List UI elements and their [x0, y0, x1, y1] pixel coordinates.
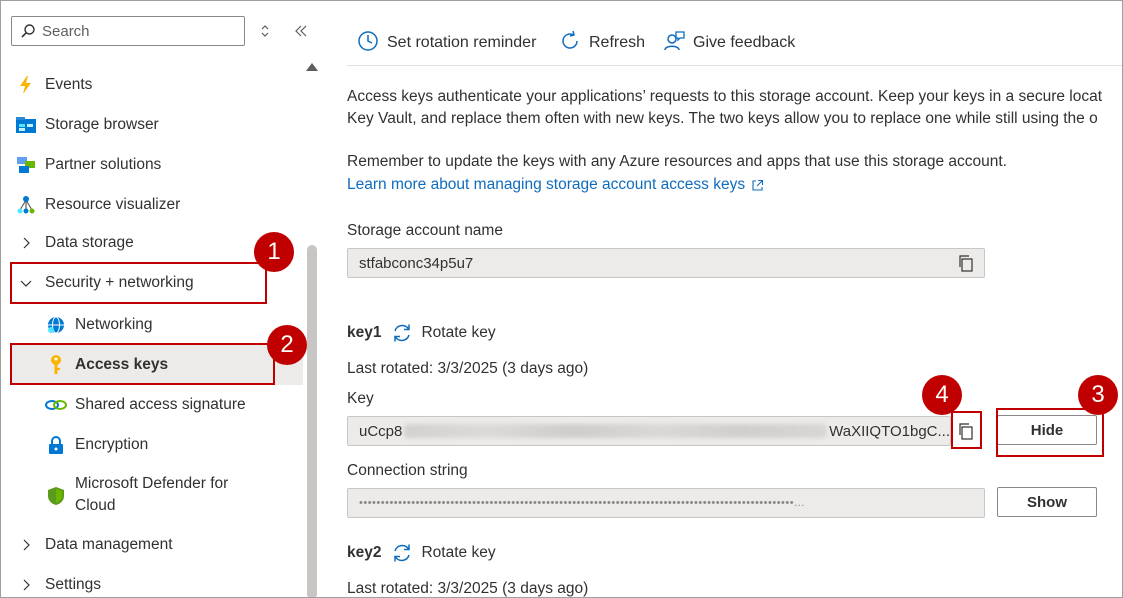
storage-browser-icon [15, 114, 37, 136]
networking-globe-icon [45, 314, 67, 336]
refresh-icon [559, 30, 581, 56]
sidebar-item-label: Data storage [45, 234, 134, 251]
annotation-box-access-keys [10, 343, 275, 385]
search-input[interactable] [42, 22, 232, 40]
learn-more-link[interactable]: Learn more about managing storage accoun… [347, 174, 764, 196]
scroll-up-arrow[interactable] [306, 63, 318, 71]
chevron-right-icon [15, 232, 37, 254]
sidebar-item-label: Events [45, 76, 93, 93]
key1-key-value-end: WaXIIQTO1bgC... [829, 422, 950, 440]
key1-key-label: Key [347, 390, 374, 407]
chevron-right-icon [15, 534, 37, 556]
rotate-key2-button[interactable]: Rotate key [391, 542, 496, 564]
annotation-badge-2: 2 [267, 325, 307, 365]
sidebar-group-data-storage[interactable]: Data storage [15, 225, 134, 261]
copy-icon [959, 255, 973, 272]
sidebar-item-label: Encryption [75, 436, 149, 453]
external-link-icon [751, 179, 764, 192]
key1-key-field[interactable]: uCcp8 WaXIIQTO1bgC... [347, 416, 951, 446]
sidebar-item-encryption[interactable]: Encryption [45, 427, 148, 463]
sidebar-item-networking[interactable]: Networking [45, 307, 153, 343]
chevron-right-icon [15, 574, 37, 596]
sort-updown-icon[interactable] [257, 21, 273, 41]
key1-name: key1 [347, 324, 382, 341]
key2-name: key2 [347, 544, 382, 561]
search-icon [21, 24, 35, 38]
description-line-2: Key Vault, and replace them often with n… [347, 110, 1098, 127]
link-icon [45, 394, 67, 416]
annotation-box-copy-key [951, 411, 982, 449]
annotation-badge-1: 1 [254, 232, 294, 272]
sidebar-item-label-line1: Microsoft Defender for [75, 475, 229, 492]
refresh-button[interactable]: Refresh [559, 30, 646, 56]
connection-string-masked-value: ••••••••••••••••••••••••••••••••••••••••… [359, 497, 805, 509]
sidebar-item-label: Storage browser [45, 116, 159, 133]
rotate-key2-label: Rotate key [421, 544, 496, 561]
sidebar-item-shared-access-signature[interactable]: Shared access signature [45, 387, 246, 423]
sidebar-item-partner-solutions[interactable]: Partner solutions [15, 147, 161, 183]
key1-header: key1 Rotate key [347, 321, 496, 345]
storage-account-name-field[interactable]: stfabconc34p5u7 [347, 248, 985, 278]
rotate-icon [394, 324, 411, 342]
sidebar-item-microsoft-defender-for-cloud[interactable]: Microsoft Defender for Cloud [45, 473, 228, 521]
annotation-badge-3: 3 [1078, 375, 1118, 415]
sidebar-item-events[interactable]: Events [15, 67, 92, 103]
toolbar-divider [347, 65, 1122, 66]
sidebar-item-label: Settings [45, 576, 102, 593]
toolbar-label: Refresh [589, 34, 646, 51]
storage-account-name-label: Storage account name [347, 222, 503, 239]
lock-icon [45, 434, 67, 456]
feedback-person-icon [663, 30, 685, 56]
connection-string-field[interactable]: ••••••••••••••••••••••••••••••••••••••••… [347, 488, 985, 518]
sidebar-item-label: Networking [75, 316, 153, 333]
annotation-box-security-networking [10, 262, 267, 304]
give-feedback-button[interactable]: Give feedback [663, 31, 795, 55]
key1-last-rotated: Last rotated: 3/3/2025 (3 days ago) [347, 360, 589, 377]
show-connection-string-button[interactable]: Show [997, 487, 1097, 517]
toolbar-label: Give feedback [693, 34, 796, 51]
learn-more-link-text: Learn more about managing storage accoun… [347, 176, 746, 193]
rotate-icon [394, 544, 411, 562]
collapse-sidebar-icon[interactable] [291, 21, 311, 41]
description-line-1: Access keys authenticate your applicatio… [347, 88, 1103, 105]
copy-account-name-button[interactable] [954, 251, 978, 275]
app-frame: Events Storage browser Partner solutions… [0, 0, 1123, 598]
resource-visualizer-icon [15, 194, 37, 216]
sidebar-item-label-line2: Cloud [75, 497, 116, 514]
rotate-key1-label: Rotate key [421, 324, 496, 341]
reminder-text: Remember to update the keys with any Azu… [347, 153, 1007, 170]
sidebar-item-label: Microsoft Defender for Cloud [75, 473, 228, 517]
annotation-badge-4: 4 [922, 375, 962, 415]
sidebar-group-data-management[interactable]: Data management [15, 527, 173, 563]
key2-header: key2 Rotate key [347, 541, 496, 565]
search-box[interactable] [11, 16, 245, 46]
rotate-key1-button[interactable]: Rotate key [391, 322, 496, 344]
partner-solutions-icon [15, 154, 37, 176]
sidebar-group-settings[interactable]: Settings [15, 567, 102, 597]
sidebar-item-label: Resource visualizer [45, 196, 181, 213]
events-bolt-icon [15, 74, 37, 96]
set-rotation-reminder-button[interactable]: Set rotation reminder [357, 31, 536, 55]
key1-key-value-start: uCcp8 [359, 422, 403, 440]
sidebar-item-storage-browser[interactable]: Storage browser [15, 107, 159, 143]
sidebar-item-label: Shared access signature [75, 396, 246, 413]
sidebar-item-label: Partner solutions [45, 156, 162, 173]
shield-icon [45, 485, 67, 507]
sidebar-scrollbar-thumb[interactable] [307, 245, 317, 597]
toolbar-label: Set rotation reminder [387, 34, 537, 51]
sidebar-item-label: Data management [45, 536, 173, 553]
storage-account-name-value: stfabconc34p5u7 [359, 254, 474, 272]
sidebar-item-resource-visualizer[interactable]: Resource visualizer [15, 187, 180, 223]
key1-key-blurred-segment [404, 424, 828, 438]
connection-string-label: Connection string [347, 462, 468, 479]
clock-icon [357, 30, 379, 56]
annotation-box-hide-button [996, 408, 1104, 457]
key2-last-rotated: Last rotated: 3/3/2025 (3 days ago) [347, 580, 589, 597]
